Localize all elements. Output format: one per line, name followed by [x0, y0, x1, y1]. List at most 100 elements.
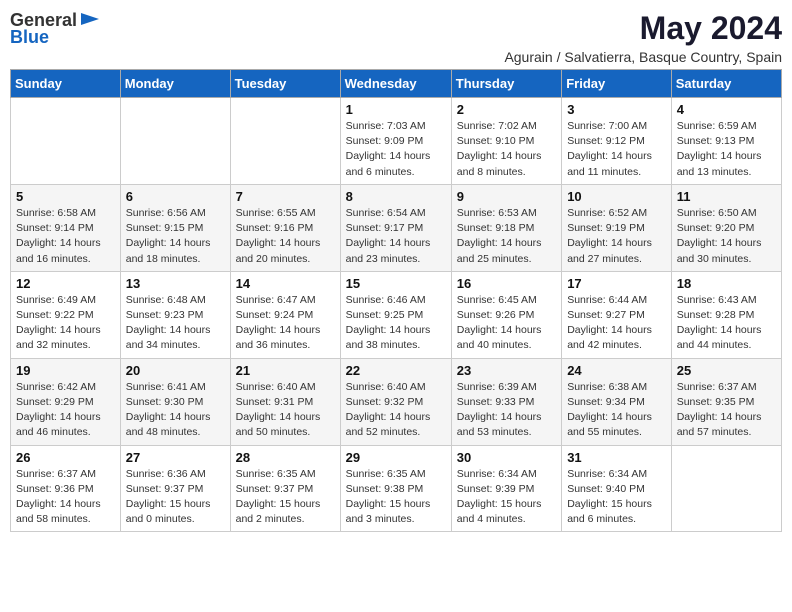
calendar-week-2: 5 Sunrise: 6:58 AMSunset: 9:14 PMDaylight… — [11, 184, 782, 271]
day-number: 25 — [677, 363, 776, 378]
day-info: Sunrise: 6:41 AMSunset: 9:30 PMDaylight:… — [126, 380, 225, 441]
calendar-cell: 29 Sunrise: 6:35 AMSunset: 9:38 PMDayligh… — [340, 445, 451, 532]
day-number: 9 — [457, 189, 556, 204]
calendar-cell: 5 Sunrise: 6:58 AMSunset: 9:14 PMDaylight… — [11, 184, 121, 271]
day-info: Sunrise: 6:49 AMSunset: 9:22 PMDaylight:… — [16, 293, 115, 354]
day-info: Sunrise: 6:40 AMSunset: 9:31 PMDaylight:… — [236, 380, 335, 441]
calendar-cell: 16 Sunrise: 6:45 AMSunset: 9:26 PMDayligh… — [451, 271, 561, 358]
day-number: 30 — [457, 450, 556, 465]
day-number: 28 — [236, 450, 335, 465]
day-number: 31 — [567, 450, 666, 465]
day-info: Sunrise: 6:39 AMSunset: 9:33 PMDaylight:… — [457, 380, 556, 441]
day-info: Sunrise: 6:48 AMSunset: 9:23 PMDaylight:… — [126, 293, 225, 354]
calendar-cell — [120, 98, 230, 185]
calendar-cell: 19 Sunrise: 6:42 AMSunset: 9:29 PMDayligh… — [11, 358, 121, 445]
title-block: May 2024 Agurain / Salvatierra, Basque C… — [504, 10, 782, 65]
day-number: 20 — [126, 363, 225, 378]
weekday-header-thursday: Thursday — [451, 70, 561, 98]
day-info: Sunrise: 6:35 AMSunset: 9:38 PMDaylight:… — [346, 467, 446, 528]
calendar-cell: 24 Sunrise: 6:38 AMSunset: 9:34 PMDayligh… — [562, 358, 672, 445]
calendar-cell — [671, 445, 781, 532]
day-number: 2 — [457, 102, 556, 117]
calendar-cell: 23 Sunrise: 6:39 AMSunset: 9:33 PMDayligh… — [451, 358, 561, 445]
calendar-cell: 27 Sunrise: 6:36 AMSunset: 9:37 PMDayligh… — [120, 445, 230, 532]
day-info: Sunrise: 6:56 AMSunset: 9:15 PMDaylight:… — [126, 206, 225, 267]
weekday-header-row: SundayMondayTuesdayWednesdayThursdayFrid… — [11, 70, 782, 98]
day-info: Sunrise: 6:40 AMSunset: 9:32 PMDaylight:… — [346, 380, 446, 441]
calendar-week-5: 26Sunrise: 6:37 AMSunset: 9:36 PMDayligh… — [11, 445, 782, 532]
day-number: 8 — [346, 189, 446, 204]
day-info: Sunrise: 7:02 AMSunset: 9:10 PMDaylight:… — [457, 119, 556, 180]
day-info: Sunrise: 6:55 AMSunset: 9:16 PMDaylight:… — [236, 206, 335, 267]
calendar-cell: 15Sunrise: 6:46 AMSunset: 9:25 PMDayligh… — [340, 271, 451, 358]
calendar-cell: 25 Sunrise: 6:37 AMSunset: 9:35 PMDayligh… — [671, 358, 781, 445]
weekday-header-sunday: Sunday — [11, 70, 121, 98]
day-info: Sunrise: 6:44 AMSunset: 9:27 PMDaylight:… — [567, 293, 666, 354]
calendar-cell: 17 Sunrise: 6:44 AMSunset: 9:27 PMDayligh… — [562, 271, 672, 358]
day-number: 21 — [236, 363, 335, 378]
weekday-header-tuesday: Tuesday — [230, 70, 340, 98]
logo: General Blue — [10, 10, 101, 48]
day-info: Sunrise: 6:52 AMSunset: 9:19 PMDaylight:… — [567, 206, 666, 267]
day-number: 29 — [346, 450, 446, 465]
calendar-cell: 2 Sunrise: 7:02 AMSunset: 9:10 PMDaylight… — [451, 98, 561, 185]
calendar-cell: 6 Sunrise: 6:56 AMSunset: 9:15 PMDaylight… — [120, 184, 230, 271]
day-info: Sunrise: 6:36 AMSunset: 9:37 PMDaylight:… — [126, 467, 225, 528]
day-info: Sunrise: 6:54 AMSunset: 9:17 PMDaylight:… — [346, 206, 446, 267]
day-info: Sunrise: 6:35 AMSunset: 9:37 PMDaylight:… — [236, 467, 335, 528]
month-year-title: May 2024 — [504, 10, 782, 47]
calendar-table: SundayMondayTuesdayWednesdayThursdayFrid… — [10, 69, 782, 532]
calendar-cell — [11, 98, 121, 185]
day-info: Sunrise: 6:45 AMSunset: 9:26 PMDaylight:… — [457, 293, 556, 354]
day-number: 16 — [457, 276, 556, 291]
day-number: 6 — [126, 189, 225, 204]
calendar-cell: 9Sunrise: 6:53 AMSunset: 9:18 PMDaylight… — [451, 184, 561, 271]
day-number: 5 — [16, 189, 115, 204]
day-number: 26 — [16, 450, 115, 465]
calendar-cell: 10 Sunrise: 6:52 AMSunset: 9:19 PMDayligh… — [562, 184, 672, 271]
weekday-header-saturday: Saturday — [671, 70, 781, 98]
calendar-cell: 28 Sunrise: 6:35 AMSunset: 9:37 PMDayligh… — [230, 445, 340, 532]
calendar-week-3: 12Sunrise: 6:49 AMSunset: 9:22 PMDayligh… — [11, 271, 782, 358]
day-number: 3 — [567, 102, 666, 117]
calendar-cell — [230, 98, 340, 185]
location-subtitle: Agurain / Salvatierra, Basque Country, S… — [504, 49, 782, 65]
day-info: Sunrise: 6:58 AMSunset: 9:14 PMDaylight:… — [16, 206, 115, 267]
calendar-cell: 11Sunrise: 6:50 AMSunset: 9:20 PMDayligh… — [671, 184, 781, 271]
calendar-cell: 3Sunrise: 7:00 AMSunset: 9:12 PMDaylight… — [562, 98, 672, 185]
calendar-cell: 20 Sunrise: 6:41 AMSunset: 9:30 PMDayligh… — [120, 358, 230, 445]
day-number: 1 — [346, 102, 446, 117]
calendar-cell: 12Sunrise: 6:49 AMSunset: 9:22 PMDayligh… — [11, 271, 121, 358]
calendar-cell: 22 Sunrise: 6:40 AMSunset: 9:32 PMDayligh… — [340, 358, 451, 445]
calendar-week-1: 1 Sunrise: 7:03 AMSunset: 9:09 PMDaylight… — [11, 98, 782, 185]
day-number: 7 — [236, 189, 335, 204]
day-number: 18 — [677, 276, 776, 291]
day-number: 15 — [346, 276, 446, 291]
day-number: 14 — [236, 276, 335, 291]
weekday-header-friday: Friday — [562, 70, 672, 98]
calendar-cell: 13Sunrise: 6:48 AMSunset: 9:23 PMDayligh… — [120, 271, 230, 358]
day-number: 11 — [677, 189, 776, 204]
day-number: 17 — [567, 276, 666, 291]
calendar-cell: 14 Sunrise: 6:47 AMSunset: 9:24 PMDayligh… — [230, 271, 340, 358]
calendar-cell: 18Sunrise: 6:43 AMSunset: 9:28 PMDayligh… — [671, 271, 781, 358]
day-info: Sunrise: 6:42 AMSunset: 9:29 PMDaylight:… — [16, 380, 115, 441]
day-number: 10 — [567, 189, 666, 204]
day-info: Sunrise: 6:34 AMSunset: 9:40 PMDaylight:… — [567, 467, 666, 528]
calendar-cell: 21 Sunrise: 6:40 AMSunset: 9:31 PMDayligh… — [230, 358, 340, 445]
weekday-header-monday: Monday — [120, 70, 230, 98]
calendar-cell: 8 Sunrise: 6:54 AMSunset: 9:17 PMDaylight… — [340, 184, 451, 271]
calendar-cell: 4Sunrise: 6:59 AMSunset: 9:13 PMDaylight… — [671, 98, 781, 185]
weekday-header-wednesday: Wednesday — [340, 70, 451, 98]
day-number: 22 — [346, 363, 446, 378]
calendar-cell: 30 Sunrise: 6:34 AMSunset: 9:39 PMDayligh… — [451, 445, 561, 532]
day-info: Sunrise: 6:37 AMSunset: 9:35 PMDaylight:… — [677, 380, 776, 441]
day-info: Sunrise: 6:47 AMSunset: 9:24 PMDaylight:… — [236, 293, 335, 354]
day-number: 19 — [16, 363, 115, 378]
day-info: Sunrise: 6:34 AMSunset: 9:39 PMDaylight:… — [457, 467, 556, 528]
day-number: 23 — [457, 363, 556, 378]
day-info: Sunrise: 7:03 AMSunset: 9:09 PMDaylight:… — [346, 119, 446, 180]
day-number: 27 — [126, 450, 225, 465]
day-info: Sunrise: 6:38 AMSunset: 9:34 PMDaylight:… — [567, 380, 666, 441]
day-number: 24 — [567, 363, 666, 378]
